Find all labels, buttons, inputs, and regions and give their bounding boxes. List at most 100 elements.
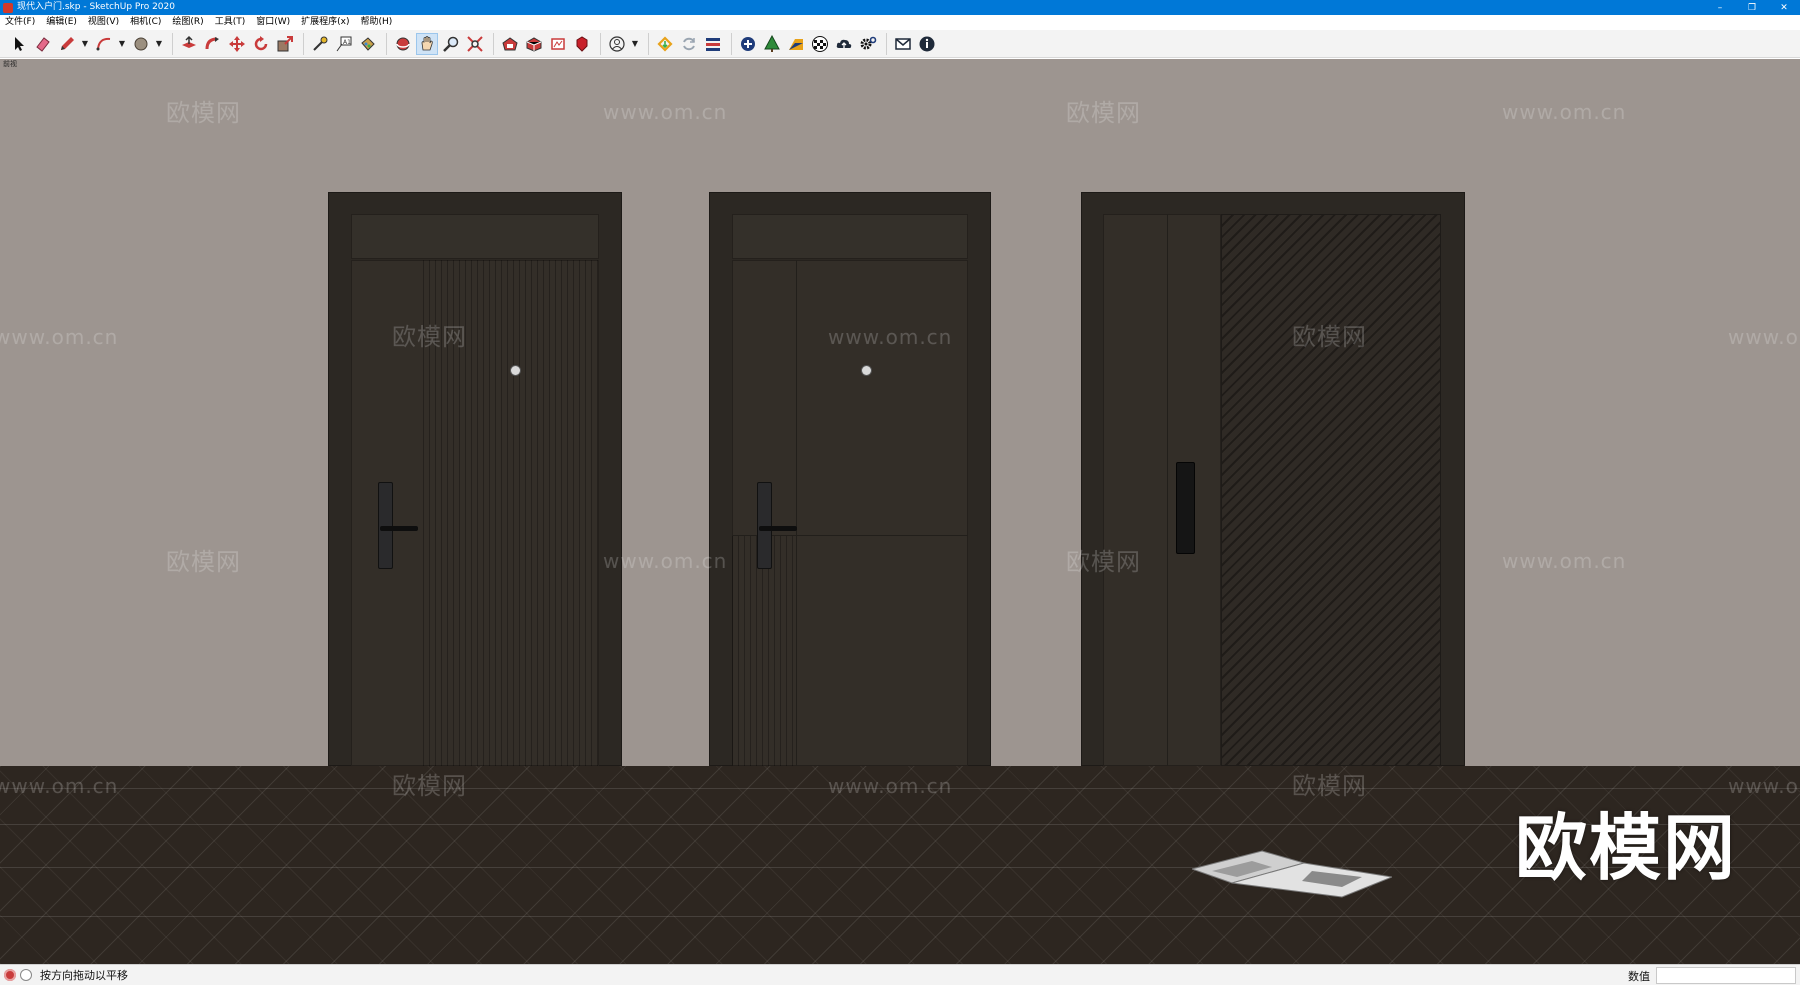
mail-icon bbox=[895, 37, 911, 50]
door-handle bbox=[759, 526, 797, 531]
about-info-button[interactable] bbox=[916, 33, 938, 55]
watermark-cn: 欧模网 bbox=[1292, 772, 1367, 800]
watermark-cn: 欧模网 bbox=[166, 99, 241, 127]
sync-button[interactable] bbox=[678, 33, 700, 55]
entry-door-2 bbox=[709, 192, 991, 766]
watermark-url: www.om.cn bbox=[828, 774, 953, 798]
move-tool-button[interactable] bbox=[226, 33, 248, 55]
scale-tool-button[interactable] bbox=[274, 33, 296, 55]
brand-watermark: 欧模网 bbox=[1515, 806, 1738, 890]
shape-dropdown-icon[interactable]: ▼ bbox=[154, 33, 164, 55]
svg-text:A1: A1 bbox=[343, 39, 351, 46]
watermark-url: www.om.cn bbox=[1502, 100, 1627, 124]
settings-button[interactable] bbox=[857, 33, 879, 55]
watermark-url: www.om.cn bbox=[1728, 774, 1800, 798]
push-pull-tool-button[interactable] bbox=[178, 33, 200, 55]
paint-bucket-tool-button[interactable] bbox=[357, 33, 379, 55]
account-button[interactable] bbox=[606, 33, 628, 55]
menu-file[interactable]: 文件(F) bbox=[5, 15, 35, 30]
geo-location-icon[interactable] bbox=[4, 969, 16, 981]
info-icon bbox=[919, 36, 935, 51]
tape-measure-icon bbox=[313, 36, 328, 51]
door-transom-panel bbox=[732, 214, 968, 259]
menu-draw[interactable]: 绘图(R) bbox=[172, 15, 203, 30]
cloud-render-button[interactable] bbox=[833, 33, 855, 55]
cloud-icon bbox=[836, 39, 852, 48]
watermark-url: www.om.cn bbox=[1502, 549, 1627, 573]
layout-icon bbox=[551, 37, 565, 50]
section-icon bbox=[789, 38, 803, 50]
menu-window[interactable]: 窗口(W) bbox=[256, 15, 290, 30]
3d-warehouse-button[interactable] bbox=[499, 33, 521, 55]
toolbar-separator bbox=[303, 32, 304, 55]
smart-lock-keypad bbox=[1176, 462, 1195, 554]
material-checker-button[interactable] bbox=[809, 33, 831, 55]
add-location-button[interactable] bbox=[737, 33, 759, 55]
menu-camera[interactable]: 相机(C) bbox=[130, 15, 161, 30]
arc-dropdown-icon[interactable]: ▼ bbox=[117, 33, 127, 55]
shape-icon bbox=[134, 37, 148, 50]
tree-icon bbox=[764, 34, 780, 52]
status-hint: 按方向拖动以平移 bbox=[40, 969, 128, 982]
toolbar-separator bbox=[172, 32, 173, 55]
watermark-url: www.om.cn bbox=[603, 100, 728, 124]
menu-extensions[interactable]: 扩展程序(x) bbox=[301, 15, 349, 30]
sketchup-logo-icon bbox=[3, 2, 13, 13]
pencil-dropdown-icon[interactable]: ▼ bbox=[80, 33, 90, 55]
follow-me-icon bbox=[205, 36, 219, 49]
watermark-cn: 欧模网 bbox=[1292, 323, 1367, 351]
paint-bucket-icon bbox=[361, 36, 375, 51]
scale-icon bbox=[277, 35, 293, 51]
status-bar: 按方向拖动以平移 数值 bbox=[0, 964, 1800, 985]
toolbar-separator bbox=[648, 32, 649, 55]
trimble-connect-button[interactable] bbox=[654, 33, 676, 55]
scene-tab-front[interactable]: 前视 bbox=[3, 59, 17, 69]
menu-help[interactable]: 帮助(H) bbox=[361, 15, 393, 30]
arc-icon bbox=[96, 37, 111, 50]
ruby-console-button[interactable] bbox=[571, 33, 593, 55]
warehouse-icon bbox=[502, 36, 518, 50]
text-tool-button[interactable]: A1 bbox=[333, 33, 355, 55]
watermark-cn: 欧模网 bbox=[392, 323, 467, 351]
model-viewport[interactable]: 前视 欧模网 www.om.cn 欧模网 www.om.cn www.om.cn… bbox=[0, 59, 1800, 964]
zoom-extents-tool-button[interactable] bbox=[464, 33, 486, 55]
extension-warehouse-button[interactable] bbox=[523, 33, 545, 55]
floor-seam bbox=[0, 916, 1800, 917]
follow-me-tool-button[interactable] bbox=[202, 33, 224, 55]
info-status-icon[interactable] bbox=[20, 969, 32, 981]
restore-button[interactable]: ❐ bbox=[1736, 0, 1768, 15]
close-button[interactable]: ✕ bbox=[1768, 0, 1800, 15]
menu-edit[interactable]: 编辑(E) bbox=[46, 15, 77, 30]
toolbar-separator bbox=[886, 32, 887, 55]
menu-tools[interactable]: 工具(T) bbox=[215, 15, 246, 30]
door-handle bbox=[380, 526, 418, 531]
peephole bbox=[862, 366, 871, 375]
pencil-tool-button[interactable] bbox=[56, 33, 78, 55]
vertical-groove-panel bbox=[732, 536, 796, 766]
menu-view[interactable]: 视图(V) bbox=[88, 15, 119, 30]
rotate-tool-button[interactable] bbox=[250, 33, 272, 55]
entry-door-1 bbox=[328, 192, 622, 766]
eraser-tool-button[interactable] bbox=[32, 33, 54, 55]
entry-door-3 bbox=[1081, 192, 1465, 766]
tape-measure-tool-button[interactable] bbox=[309, 33, 331, 55]
dimension-ruler-button[interactable] bbox=[702, 33, 724, 55]
orbit-tool-button[interactable] bbox=[392, 33, 414, 55]
toolbar-separator bbox=[731, 32, 732, 55]
sync-icon bbox=[683, 37, 695, 50]
shape-tool-button[interactable] bbox=[130, 33, 152, 55]
zoom-icon bbox=[443, 36, 459, 52]
measurements-input[interactable] bbox=[1656, 967, 1796, 984]
send-to-layout-button[interactable] bbox=[547, 33, 569, 55]
skatter-button[interactable] bbox=[761, 33, 783, 55]
select-tool-button[interactable] bbox=[8, 33, 30, 55]
door-transom-panel bbox=[351, 214, 599, 259]
arc-tool-button[interactable] bbox=[93, 33, 115, 55]
section-plane-button[interactable] bbox=[785, 33, 807, 55]
zoom-tool-button[interactable] bbox=[440, 33, 462, 55]
feedback-mail-button[interactable] bbox=[892, 33, 914, 55]
minimize-button[interactable]: – bbox=[1704, 0, 1736, 15]
panel-divider-vertical bbox=[1167, 214, 1168, 766]
account-dropdown-icon[interactable]: ▼ bbox=[630, 33, 640, 55]
pan-tool-button[interactable] bbox=[416, 32, 438, 55]
